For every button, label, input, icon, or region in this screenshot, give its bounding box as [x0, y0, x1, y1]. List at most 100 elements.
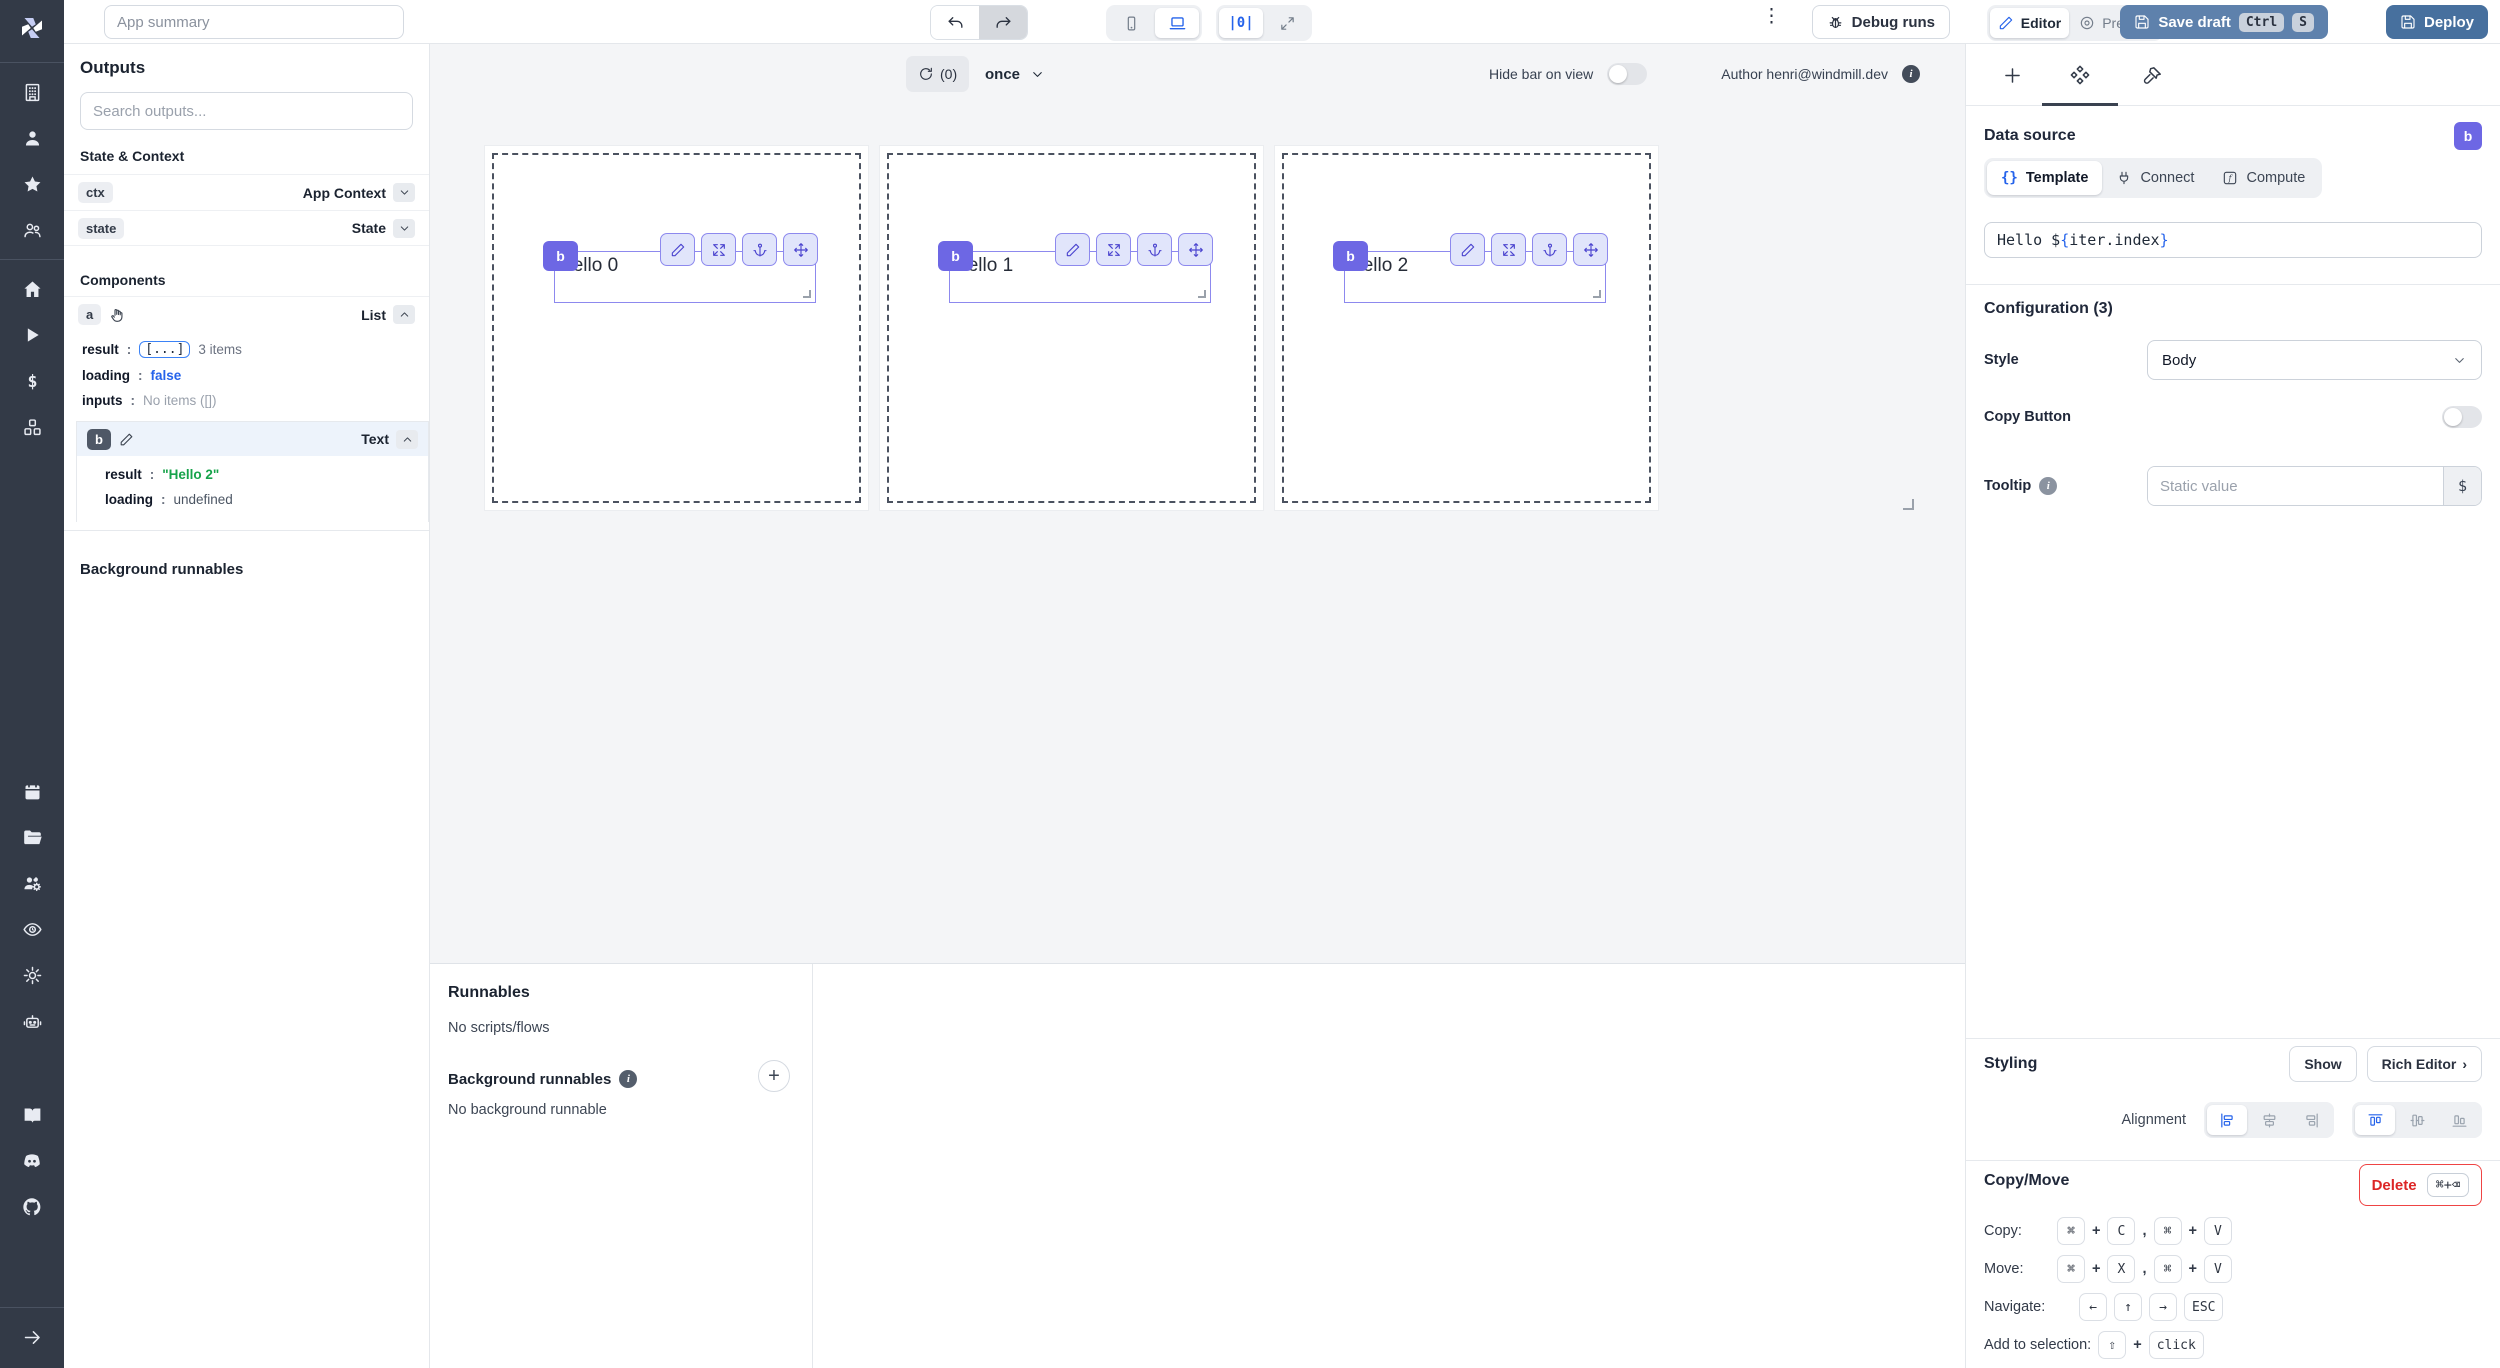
component-id-badge[interactable]: b — [1333, 241, 1368, 271]
info-icon[interactable]: i — [619, 1070, 638, 1088]
rail-home-icon[interactable] — [0, 266, 64, 312]
rail-resources-icon[interactable] — [0, 404, 64, 450]
selected-text-component[interactable]: Hello 0 b — [543, 233, 818, 303]
expand-icon[interactable] — [1491, 233, 1526, 266]
hide-bar-label: Hide bar on view — [1488, 66, 1594, 82]
chevron-up-icon[interactable] — [396, 429, 418, 449]
canvas-toolbar: (0) once Hide bar on view Author henri@w… — [430, 56, 1965, 96]
windmill-logo-icon[interactable] — [0, 0, 64, 56]
align-middle-icon[interactable] — [2397, 1105, 2437, 1135]
v-key: V — [2203, 1217, 2232, 1245]
hide-bar-toggle[interactable] — [1607, 63, 1648, 85]
refresh-all-button[interactable]: (0) — [906, 56, 970, 92]
template-tab[interactable]: {} Template — [1987, 161, 2103, 195]
state-row[interactable]: state State — [64, 210, 429, 246]
rail-expand-arrow-icon[interactable] — [0, 1314, 64, 1360]
redo-button[interactable] — [979, 6, 1027, 39]
pencil-icon[interactable] — [119, 432, 134, 447]
connect-tab[interactable]: Connect — [2102, 161, 2208, 195]
refresh-mode-dropdown[interactable]: once — [985, 56, 1045, 92]
search-outputs-input[interactable] — [80, 92, 413, 130]
template-expression-input[interactable]: Hello ${iter.index} — [1984, 222, 2482, 258]
component-b-row[interactable]: b Text — [77, 422, 428, 456]
rail-star-icon[interactable] — [0, 161, 64, 207]
copy-button-setting-row: Copy Button — [1984, 406, 2482, 428]
canvas-resize-handle[interactable] — [1903, 499, 1914, 510]
debug-runs-button[interactable]: Debug runs — [1811, 5, 1950, 39]
edit-pencil-icon[interactable] — [660, 233, 695, 266]
fullwidth-button[interactable] — [1265, 8, 1309, 38]
rail-github-icon[interactable] — [0, 1184, 64, 1230]
copy-button-toggle[interactable] — [2442, 406, 2482, 428]
component-settings-tab[interactable] — [2052, 58, 2108, 92]
list-item-card[interactable]: Hello 2 b — [1274, 145, 1659, 511]
move-icon[interactable] — [783, 233, 818, 266]
rail-schedules-icon[interactable] — [0, 768, 64, 814]
center-content-button[interactable]: |0| — [1219, 8, 1263, 38]
chevron-up-icon[interactable] — [393, 305, 415, 324]
move-icon[interactable] — [1573, 233, 1608, 266]
rail-ai-robot-icon[interactable] — [0, 998, 64, 1044]
more-menu[interactable]: ⋮ — [1762, 5, 1781, 28]
expand-icon[interactable] — [1096, 233, 1131, 266]
rail-folders-icon[interactable] — [0, 814, 64, 860]
connect-value-button[interactable]: $ — [2443, 467, 2481, 505]
expand-icon[interactable] — [701, 233, 736, 266]
ctx-row[interactable]: ctx App Context — [64, 174, 429, 210]
resize-handle[interactable] — [803, 290, 811, 298]
style-select[interactable]: Body — [2147, 340, 2482, 380]
anchor-icon[interactable] — [1137, 233, 1172, 266]
rail-settings-gear-icon[interactable] — [0, 952, 64, 998]
mobile-view-button[interactable] — [1109, 8, 1153, 38]
selected-text-component[interactable]: Hello 2 b — [1333, 233, 1608, 303]
styling-tab[interactable] — [2124, 58, 2180, 92]
align-top-icon[interactable] — [2355, 1105, 2395, 1135]
anchor-icon[interactable] — [1532, 233, 1567, 266]
delete-component-button[interactable]: Delete ⌘+⌫ — [2358, 1164, 2482, 1206]
rail-groups-icon[interactable] — [0, 860, 64, 906]
list-item-card[interactable]: Hello 1 b — [879, 145, 1264, 511]
compute-tab[interactable]: f Compute — [2208, 161, 2319, 195]
copy-button-label: Copy Button — [1984, 409, 2071, 425]
anchor-icon[interactable] — [742, 233, 777, 266]
rail-variables-icon[interactable]: $ — [0, 358, 64, 404]
add-background-runnable-button[interactable]: + — [758, 1060, 790, 1092]
resize-handle[interactable] — [1198, 290, 1206, 298]
resize-handle[interactable] — [1593, 290, 1601, 298]
component-a-row[interactable]: a List — [64, 296, 429, 332]
edit-pencil-icon[interactable] — [1450, 233, 1485, 266]
component-id-badge[interactable]: b — [543, 241, 578, 271]
deploy-button[interactable]: Deploy — [2385, 5, 2488, 39]
selected-text-component[interactable]: Hello 1 b — [938, 233, 1213, 303]
desktop-view-button[interactable] — [1155, 8, 1199, 38]
chevron-down-icon[interactable] — [393, 218, 415, 238]
save-draft-button[interactable]: Save draft Ctrl S — [2120, 5, 2328, 39]
rail-user-icon[interactable] — [0, 115, 64, 161]
align-right-icon[interactable] — [2291, 1105, 2331, 1135]
editor-tab[interactable]: Editor — [1989, 8, 2070, 38]
rail-runs-icon[interactable] — [0, 312, 64, 358]
rail-discord-icon[interactable] — [0, 1138, 64, 1184]
list-item-card[interactable]: Hello 0 b — [484, 145, 869, 511]
component-id-badge[interactable]: b — [938, 241, 973, 271]
rail-users-group-icon[interactable] — [0, 207, 64, 253]
chevron-down-icon[interactable] — [393, 183, 415, 202]
align-center-icon[interactable] — [2249, 1105, 2289, 1135]
tooltip-input[interactable] — [2148, 467, 2443, 505]
edit-pencil-icon[interactable] — [1055, 233, 1090, 266]
move-icon[interactable] — [1178, 233, 1213, 266]
undo-button[interactable] — [931, 6, 979, 39]
rail-workspace-icon[interactable] — [0, 69, 64, 115]
rich-editor-button[interactable]: Rich Editor › — [2366, 1046, 2482, 1082]
rail-audit-icon[interactable] — [0, 906, 64, 952]
align-bottom-icon[interactable] — [2439, 1105, 2479, 1135]
info-icon[interactable]: i — [1902, 65, 1920, 83]
info-icon[interactable]: i — [2039, 477, 2058, 495]
expand-array-chip[interactable]: [...] — [139, 341, 191, 358]
align-left-icon[interactable] — [2207, 1105, 2247, 1135]
app-summary-input[interactable] — [104, 5, 404, 39]
rail-docs-book-icon[interactable] — [0, 1092, 64, 1138]
show-styling-button[interactable]: Show — [2289, 1046, 2357, 1082]
insert-component-tab[interactable] — [1984, 58, 2040, 92]
a-result-row[interactable]: result : [...] 3 items — [64, 336, 429, 363]
